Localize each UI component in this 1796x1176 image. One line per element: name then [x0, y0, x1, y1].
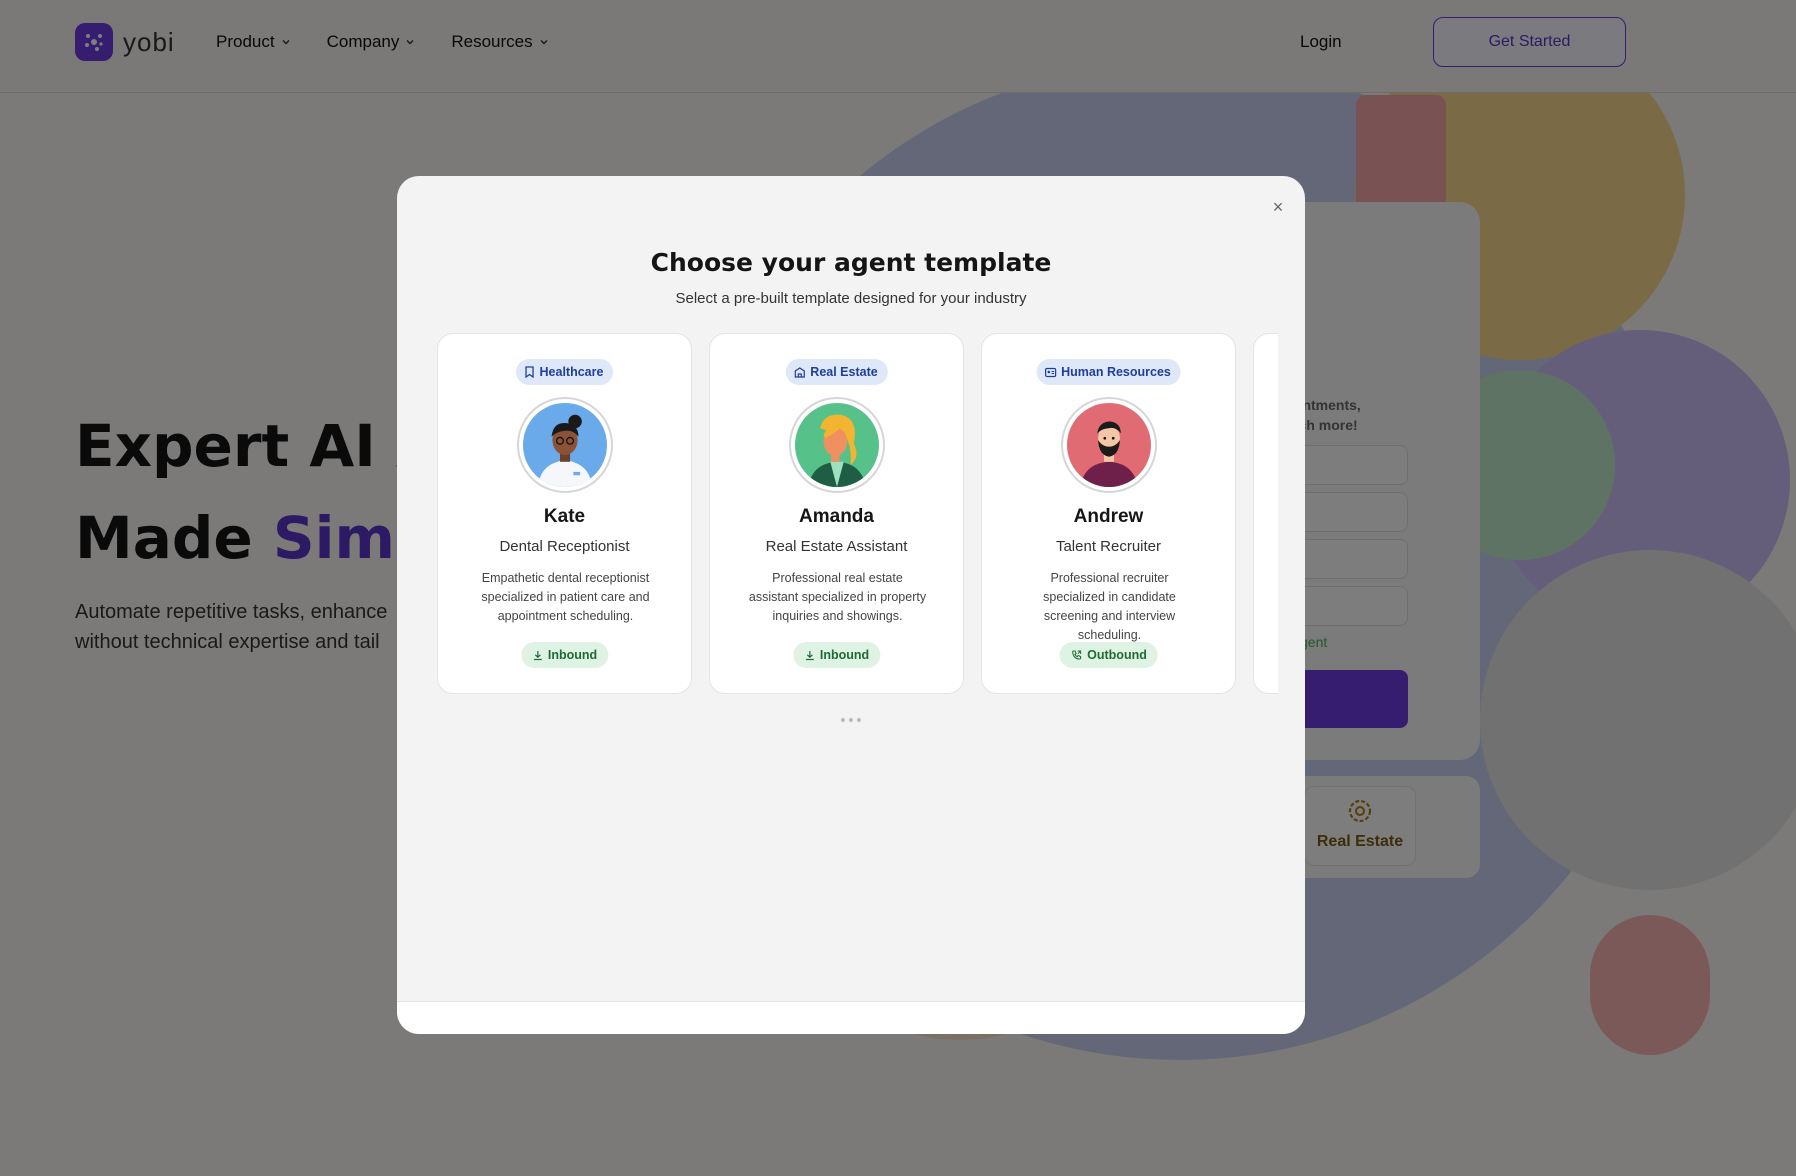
agent-role: Talent Recruiter — [1055, 538, 1162, 555]
avatar-andrew-illustration — [1066, 403, 1151, 487]
agent-name: Andrew — [1073, 506, 1144, 527]
direction-label: Outbound — [1087, 648, 1147, 662]
download-arrow-icon — [533, 650, 542, 660]
modal-footer — [397, 1001, 1305, 1034]
building-icon — [794, 367, 805, 378]
outbound-call-icon — [1071, 650, 1081, 660]
download-arrow-icon — [805, 650, 814, 660]
agent-description: Professional real estate assistant speci… — [748, 571, 927, 623]
direction-badge: Outbound — [1059, 642, 1158, 668]
carousel-dot — [849, 718, 853, 722]
agent-name: Amanda — [799, 506, 874, 527]
agent-role: Dental Receptionist — [499, 538, 630, 555]
id-card-icon — [1044, 367, 1056, 377]
direction-label: Inbound — [547, 648, 598, 662]
carousel-indicator[interactable] — [841, 718, 861, 722]
template-picker-modal: × Choose your agent template Select a pr… — [397, 176, 1305, 1034]
avatar-amanda-illustration — [794, 403, 879, 487]
template-card-amanda[interactable]: Real Estate Amanda Real Estate Assistant… — [709, 333, 964, 694]
industry-badge-label: Real Estate — [810, 365, 878, 379]
carousel-dot — [857, 718, 861, 722]
agent-role: Real Estate Assistant — [765, 538, 908, 555]
close-icon[interactable]: × — [1269, 198, 1287, 216]
direction-badge: Inbound — [792, 642, 881, 668]
industry-badge-label: Human Resources — [1061, 365, 1171, 379]
avatar — [788, 397, 885, 493]
industry-badge: Healthcare — [515, 359, 614, 385]
template-carousel[interactable]: Healthcare Kate Dental Receptionist Empa… — [437, 333, 1278, 703]
avatar-kate-illustration — [522, 403, 607, 487]
agent-name: Kate — [543, 506, 586, 527]
template-card-partial[interactable] — [1253, 333, 1278, 694]
agent-description: Professional recruiter specialized in ca… — [1043, 571, 1176, 642]
agent-description: Empathetic dental receptionist specializ… — [481, 571, 650, 623]
template-card-andrew[interactable]: Human Resources Andrew Talent Recruiter … — [981, 333, 1236, 694]
industry-badge-label: Healthcare — [539, 365, 604, 379]
avatar — [1060, 397, 1157, 493]
modal-subtitle: Select a pre-built template designed for… — [675, 290, 1027, 307]
carousel-dot — [841, 718, 845, 722]
bookmark-icon — [524, 366, 534, 378]
direction-label: Inbound — [819, 648, 870, 662]
template-card-kate[interactable]: Healthcare Kate Dental Receptionist Empa… — [437, 333, 692, 694]
avatar — [516, 397, 613, 493]
industry-badge: Human Resources — [1036, 359, 1181, 385]
direction-badge: Inbound — [520, 642, 609, 668]
modal-title: Choose your agent template — [650, 248, 1052, 277]
industry-badge: Real Estate — [785, 359, 888, 385]
